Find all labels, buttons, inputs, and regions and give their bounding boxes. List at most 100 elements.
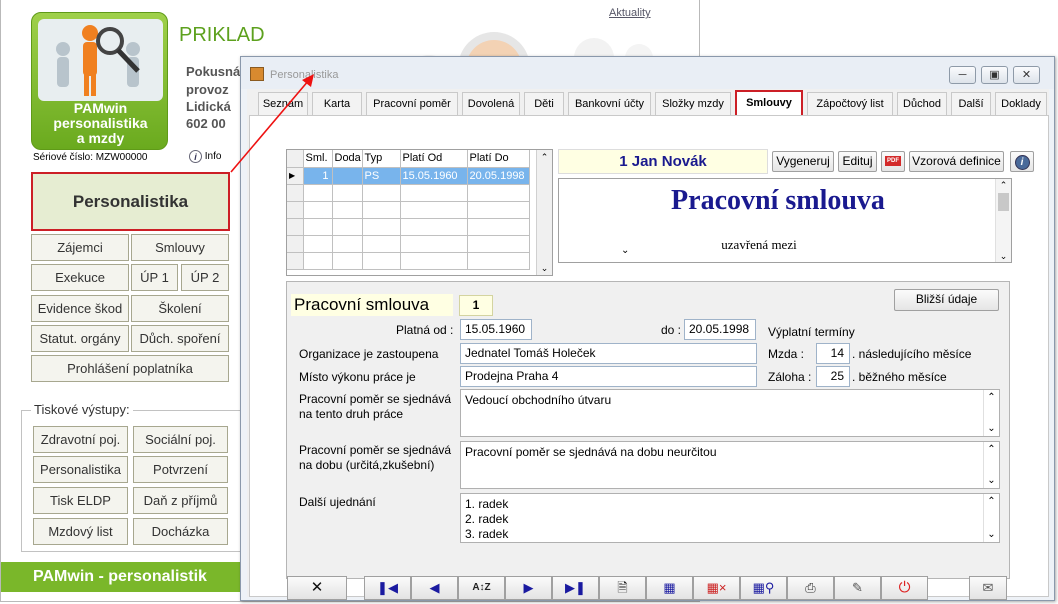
document-subtitle: uzavřená mezi — [721, 237, 797, 252]
vygeneruj-button[interactable]: Vygeneruj — [772, 151, 834, 172]
info-button[interactable]: i — [1010, 151, 1034, 172]
sort-button[interactable]: A↕Z — [458, 576, 505, 600]
up2-button[interactable]: ÚP 2 — [181, 264, 229, 291]
do-field[interactable]: 20.05.1998 — [684, 319, 756, 340]
contract-number-field[interactable]: 1 — [459, 295, 493, 316]
scroll-down-icon[interactable]: ⌄ — [996, 250, 1011, 262]
scroll-down-icon[interactable]: ⌄ — [984, 527, 999, 542]
info-link[interactable]: i Info — [189, 150, 221, 163]
edit-button[interactable]: ✎ — [834, 576, 881, 600]
row-selector-icon[interactable]: ▶ — [287, 167, 304, 185]
potvrzeni-button[interactable]: Potvrzení — [133, 456, 228, 483]
search-records-button[interactable]: ▦⚲ — [740, 576, 787, 600]
grid-col-header[interactable]: Typ — [362, 150, 401, 168]
dochazka-button[interactable]: Docházka — [133, 518, 228, 545]
tab-bankovni-ucty[interactable]: Bankovní účty — [568, 92, 651, 116]
textarea-scrollbar[interactable]: ⌃ ⌄ — [983, 494, 999, 542]
table-row[interactable]: ▶ 1 PS 15.05.1960 20.05.1998 — [287, 167, 530, 185]
zaloha-field[interactable]: 25 — [816, 366, 850, 387]
scroll-down-icon[interactable]: ⌄ — [984, 473, 999, 488]
zdravotni-poj-button[interactable]: Zdravotní poj. — [33, 426, 128, 453]
print-button[interactable]: ⎙ — [787, 576, 834, 600]
scroll-thumb[interactable] — [998, 193, 1009, 211]
tab-seznam[interactable]: Seznam — [258, 92, 308, 116]
calendar-edit-button[interactable]: ▦ — [646, 576, 693, 600]
grid-cell[interactable]: 20.05.1998 — [467, 167, 530, 185]
grid-col-header[interactable]: Platí Od — [400, 150, 468, 168]
tab-dovolena[interactable]: Dovolená — [462, 92, 520, 116]
tab-deti[interactable]: Děti — [524, 92, 564, 116]
scroll-up-icon[interactable]: ⌃ — [984, 442, 999, 457]
vzorova-definice-button[interactable]: Vzorová definice — [909, 151, 1004, 172]
misto-field[interactable]: Prodejna Praha 4 — [460, 366, 757, 387]
exekuce-button[interactable]: Exekuce — [31, 264, 129, 291]
organizace-field[interactable]: Jednatel Tomáš Holeček — [460, 343, 757, 364]
document-scrollbar[interactable]: ⌃ ⌄ — [995, 179, 1011, 262]
exit-button[interactable]: ⏻ — [881, 576, 928, 600]
personalistika-button[interactable]: Personalistika — [31, 172, 230, 231]
doba-textarea[interactable]: Pracovní poměr se sjednává na dobu neurč… — [460, 441, 1000, 489]
socialni-poj-button[interactable]: Sociální poj. — [133, 426, 228, 453]
scroll-down-icon[interactable]: ⌄ — [537, 261, 552, 275]
maximize-button[interactable]: ▣ — [981, 66, 1008, 84]
druh-prace-textarea[interactable]: Vedoucí obchodního útvaru ⌃ ⌄ — [460, 389, 1000, 437]
minimize-button[interactable]: ─ — [949, 66, 976, 84]
contract-document-preview[interactable]: Pracovní smlouva uzavřená mezi ⌄ ⌃ ⌄ — [558, 178, 1012, 263]
tab-doklady[interactable]: Doklady — [995, 92, 1047, 116]
pdf-button[interactable]: PDF — [881, 151, 905, 172]
evidence-skod-button[interactable]: Evidence škod — [31, 295, 129, 322]
contracts-grid[interactable]: Sml. Doda Typ Platí Od Platí Do ▶ 1 PS 1… — [286, 149, 553, 276]
grid-cell[interactable]: 15.05.1960 — [400, 167, 468, 185]
blizsi-udaje-button[interactable]: Bližší údaje — [894, 289, 999, 311]
tab-zapoctovy-list[interactable]: Zápočtový list — [807, 92, 893, 116]
dan-z-prijmu-button[interactable]: Daň z příjmů — [133, 487, 228, 514]
grid-col-header[interactable]: Sml. — [303, 150, 333, 168]
tab-dalsi[interactable]: Další — [951, 92, 991, 116]
tab-duchod[interactable]: Důchod — [897, 92, 947, 116]
grid-cell[interactable]: 1 — [303, 167, 333, 185]
scroll-up-icon[interactable]: ⌃ — [996, 179, 1011, 191]
smlouvy-button[interactable]: Smlouvy — [131, 234, 229, 261]
next-record-button[interactable]: ▶ — [505, 576, 552, 600]
calendar-delete-button[interactable]: ▦× — [693, 576, 740, 600]
prohlaseni-poplatnika-button[interactable]: Prohlášení poplatníka — [31, 355, 229, 382]
platna-od-field[interactable]: 15.05.1960 — [460, 319, 532, 340]
edituj-button[interactable]: Edituj — [838, 151, 877, 172]
tab-pracovni-pomer[interactable]: Pracovní poměr — [366, 92, 458, 116]
window-client-area: Seznam Karta Pracovní poměr Dovolená Dět… — [247, 89, 1049, 600]
skoleni-button[interactable]: Školení — [131, 295, 229, 322]
previous-record-button[interactable]: ◀ — [411, 576, 458, 600]
grid-col-header[interactable]: Platí Do — [467, 150, 530, 168]
dalsi-ujednani-textarea[interactable]: 1. radek 2. radek 3. radek ⌃ ⌄ — [460, 493, 1000, 543]
duch-sporeni-button[interactable]: Důch. spoření — [131, 325, 229, 352]
textarea-scrollbar[interactable]: ⌃ ⌄ — [983, 390, 999, 436]
personalistika-print-button[interactable]: Personalistika — [33, 456, 128, 483]
scroll-up-icon[interactable]: ⌃ — [537, 150, 552, 164]
mzda-field[interactable]: 14 — [816, 343, 850, 364]
cancel-button[interactable]: ✕ — [287, 576, 347, 600]
zajemci-button[interactable]: Zájemci — [31, 234, 129, 261]
tab-karta[interactable]: Karta — [312, 92, 362, 116]
statut-organy-button[interactable]: Statut. orgány — [31, 325, 129, 352]
tab-smlouvy[interactable]: Smlouvy — [735, 90, 803, 117]
scroll-up-icon[interactable]: ⌃ — [984, 494, 999, 509]
close-button[interactable]: ✕ — [1013, 66, 1040, 84]
window-titlebar[interactable]: Personalistika ─ ▣ ✕ — [241, 57, 1054, 89]
tisk-eldp-button[interactable]: Tisk ELDP — [33, 487, 128, 514]
textarea-scrollbar[interactable]: ⌃ ⌄ — [983, 442, 999, 488]
grid-scrollbar[interactable]: ⌃ ⌄ — [536, 150, 552, 275]
company-line: provoz — [186, 82, 229, 97]
druh-label: na tento druh práce — [299, 407, 404, 421]
grid-cell[interactable]: PS — [362, 167, 401, 185]
up1-button[interactable]: ÚP 1 — [131, 264, 178, 291]
new-record-button[interactable]: 🗎 — [599, 576, 646, 600]
first-record-button[interactable]: ❚◀ — [364, 576, 411, 600]
last-record-button[interactable]: ▶❚ — [552, 576, 599, 600]
scroll-up-icon[interactable]: ⌃ — [984, 390, 999, 405]
grid-cell[interactable] — [332, 167, 363, 185]
scroll-down-icon[interactable]: ⌄ — [984, 421, 999, 436]
tab-slozky-mzdy[interactable]: Složky mzdy — [655, 92, 731, 116]
grid-col-header[interactable]: Doda — [332, 150, 363, 168]
mail-button[interactable]: ✉ — [969, 576, 1007, 600]
mzdovy-list-button[interactable]: Mzdový list — [33, 518, 128, 545]
